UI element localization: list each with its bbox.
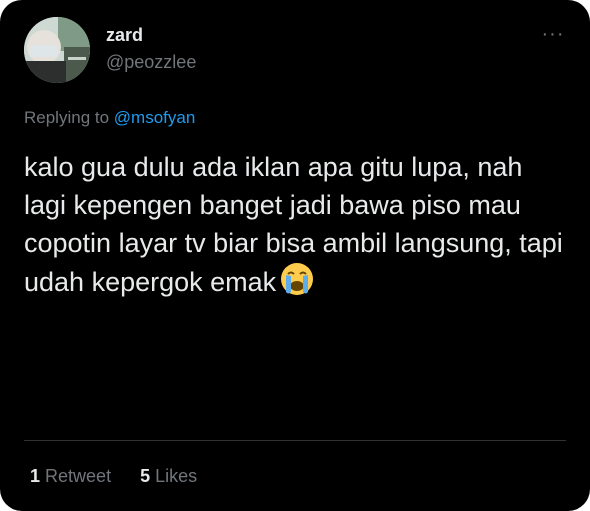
likes-label: Likes xyxy=(155,466,198,486)
reply-mention-link[interactable]: @msofyan xyxy=(114,108,196,127)
author-handle[interactable]: @peozzlee xyxy=(106,52,196,73)
more-options-icon[interactable]: ··· xyxy=(538,24,568,44)
retweet-count: 1 xyxy=(30,466,41,486)
reply-prefix: Replying to xyxy=(24,108,110,127)
divider xyxy=(24,440,566,441)
tweet-card: zard @peozzlee ··· Replying to @msofyan … xyxy=(0,0,590,511)
likes-count: 5 xyxy=(140,466,151,486)
tweet-stats: 1 Retweet 5 Likes xyxy=(30,466,221,487)
retweet-stat[interactable]: 1 Retweet xyxy=(30,466,116,486)
loudly-crying-face-icon xyxy=(280,262,314,306)
reply-context: Replying to @msofyan xyxy=(24,108,195,128)
likes-stat[interactable]: 5 Likes xyxy=(140,466,197,486)
tweet-text: kalo gua dulu ada iklan apa gitu lupa, n… xyxy=(24,148,564,306)
retweet-label: Retweet xyxy=(45,466,112,486)
author-name[interactable]: zard xyxy=(106,25,143,46)
avatar[interactable] xyxy=(24,17,90,83)
avatar-photo xyxy=(24,17,90,83)
